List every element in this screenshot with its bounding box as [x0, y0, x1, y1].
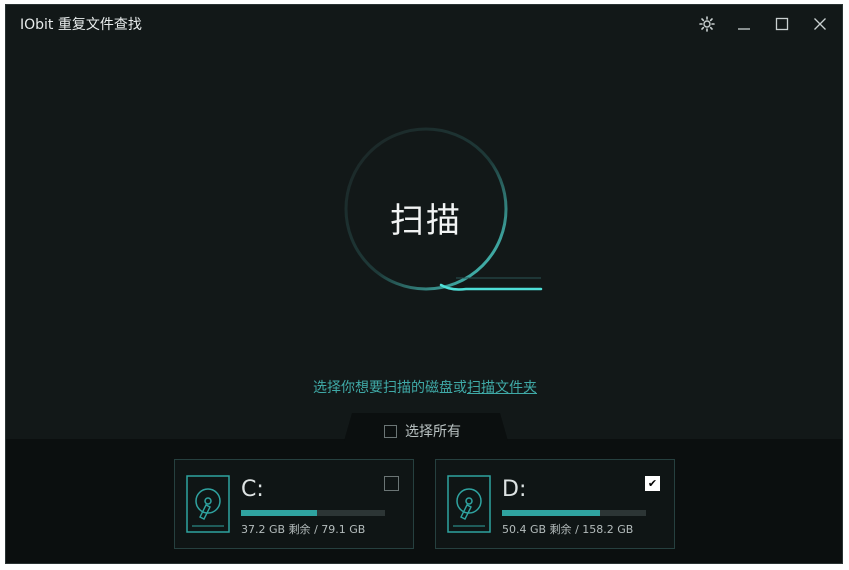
drive-letter: C: — [241, 477, 264, 502]
usage-bar-fill — [241, 510, 318, 516]
app-title: IObit 重复文件查找 — [20, 17, 142, 33]
drive-card-d[interactable]: D: ✔ 50.4 GB 剩余 / 158.2 GB — [435, 459, 675, 549]
checkbox-box[interactable] — [384, 476, 399, 491]
checkmark-icon[interactable]: ✔ — [645, 476, 660, 491]
select-all-label: 选择所有 — [405, 424, 461, 440]
checkbox-box[interactable] — [384, 424, 397, 438]
close-icon[interactable] — [809, 13, 831, 35]
drive-checkbox[interactable]: ✔ — [645, 476, 660, 491]
hint-text: 选择你想要扫描的磁盘或扫描文件夹 — [6, 377, 842, 397]
title-bar[interactable]: IObit 重复文件查找 — [6, 5, 842, 41]
drive-letter: D: — [502, 477, 527, 502]
hint-prefix: 选择你想要扫描的磁盘或 — [313, 380, 467, 396]
drive-space-info: 50.4 GB 剩余 / 158.2 GB — [502, 523, 634, 536]
drive-space-info: 37.2 GB 剩余 / 79.1 GB — [241, 523, 366, 536]
usage-bar-fill — [502, 510, 600, 516]
scan-label: 扫描 — [390, 201, 462, 241]
minimize-icon[interactable] — [733, 13, 755, 35]
drive-checkbox[interactable] — [384, 476, 399, 491]
drive-card-c[interactable]: C: 37.2 GB 剩余 / 79.1 GB — [174, 459, 414, 549]
usage-bar — [502, 510, 646, 516]
maximize-icon[interactable] — [771, 13, 793, 35]
hard-drive-icon — [186, 475, 230, 533]
hard-drive-icon — [447, 475, 491, 533]
drive-panel — [6, 439, 842, 563]
app-window: IObit 重复文件查找 扫描 选择你想要扫描的磁盘或扫描文件夹 选择所有 C:… — [5, 4, 843, 564]
gear-icon[interactable] — [696, 13, 718, 35]
select-all-checkbox[interactable]: 选择所有 — [384, 421, 461, 441]
usage-bar — [241, 510, 385, 516]
scan-folder-link[interactable]: 扫描文件夹 — [467, 380, 537, 396]
